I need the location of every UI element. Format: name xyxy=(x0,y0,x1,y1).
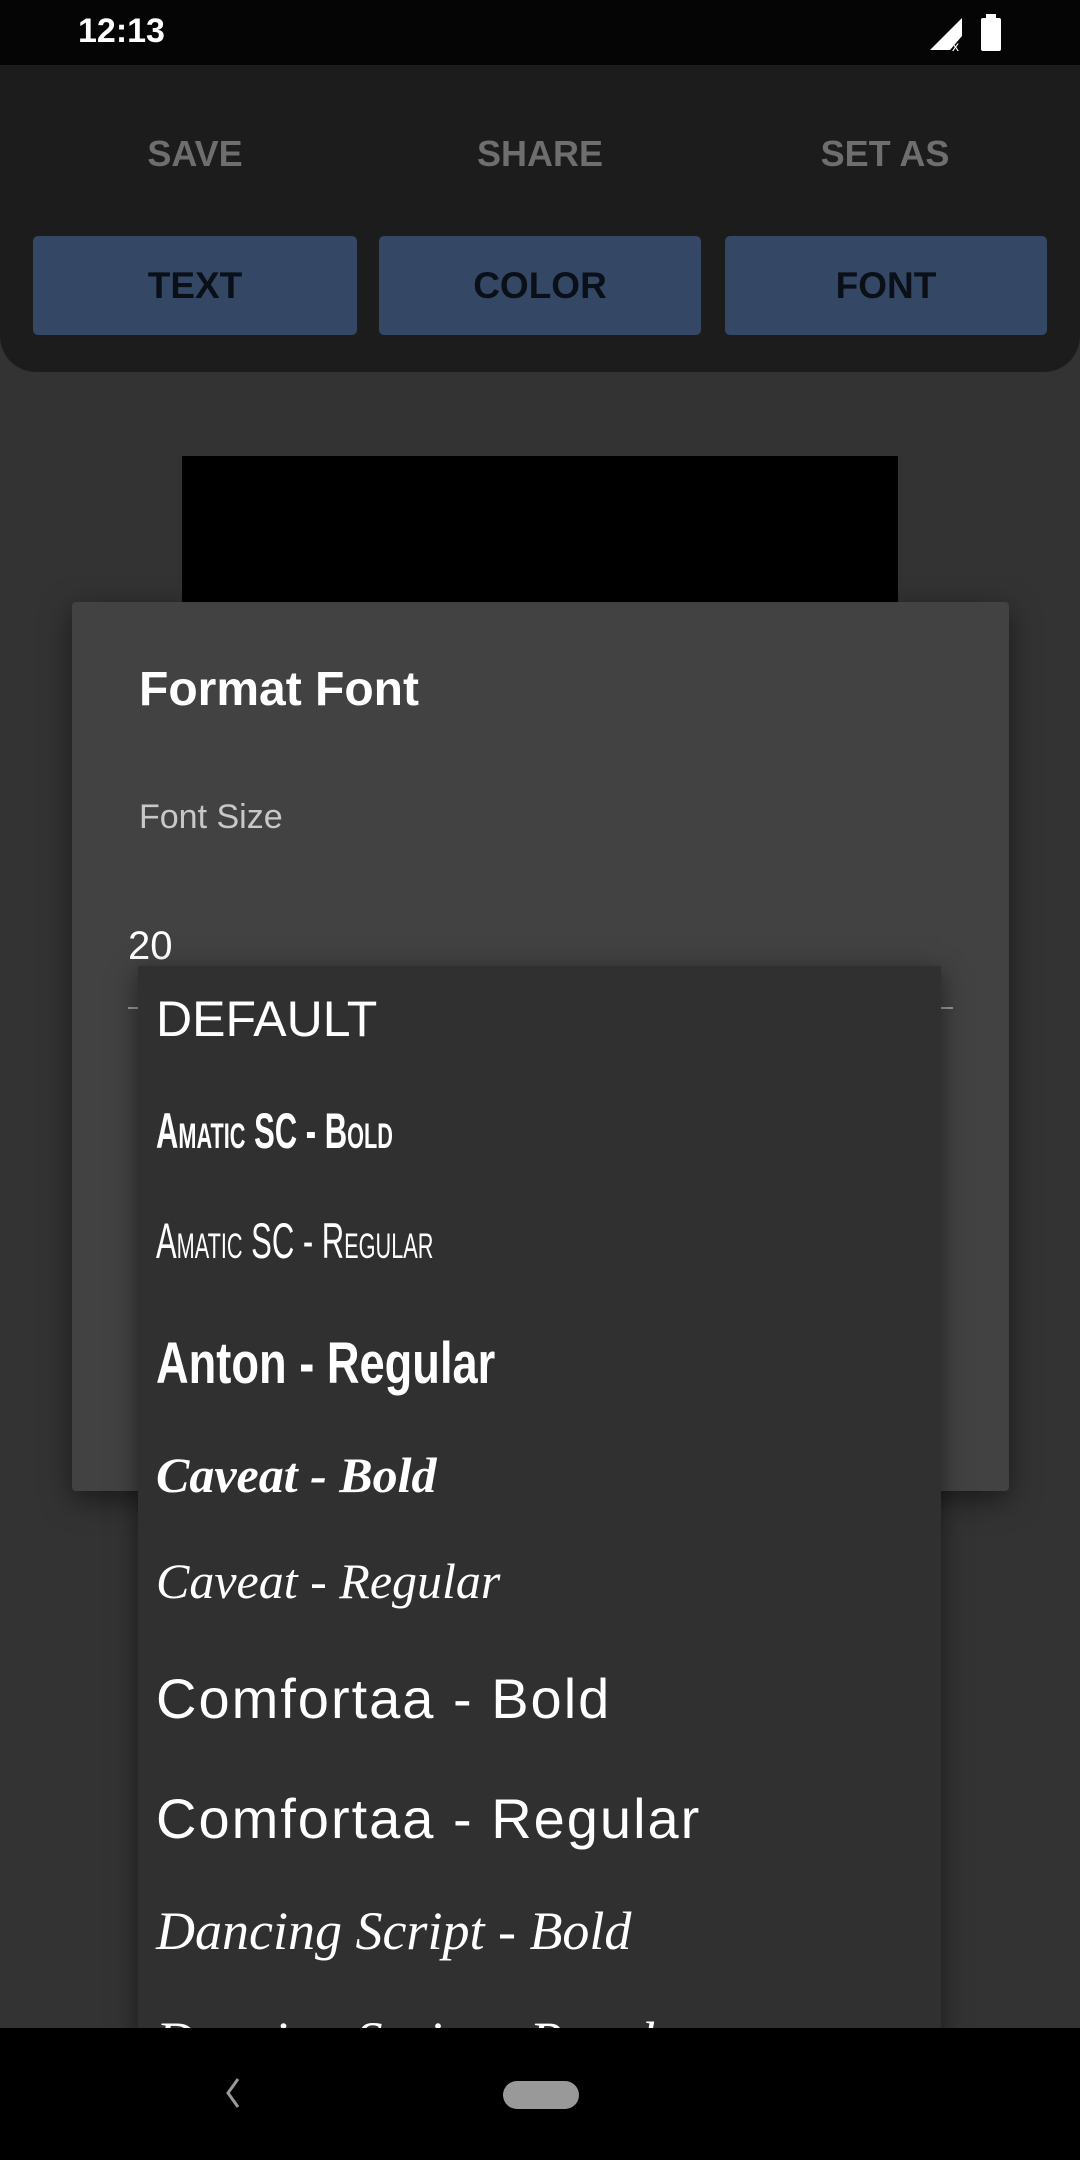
back-icon[interactable] xyxy=(222,2076,246,2110)
font-option-dancing-script-bold[interactable]: Dancing Script - Bold xyxy=(156,1900,631,1962)
battery-icon xyxy=(981,14,1001,51)
font-option-comfortaa-bold[interactable]: Comfortaa - Bold xyxy=(156,1666,611,1731)
share-button[interactable]: SHARE xyxy=(360,133,720,175)
font-size-label: Font Size xyxy=(139,798,283,836)
home-icon[interactable] xyxy=(503,2081,579,2109)
save-button[interactable]: SAVE xyxy=(15,133,375,175)
svg-text:x: x xyxy=(952,38,959,52)
font-option-amatic-regular[interactable]: Amatic SC - Regular xyxy=(156,1212,433,1270)
toolbar: SAVE SHARE SET AS TEXT COLOR FONT xyxy=(0,65,1080,372)
font-dropdown-list[interactable]: DEFAULT Amatic SC - Bold Amatic SC - Reg… xyxy=(138,966,941,2160)
status-bar: 12:13 x xyxy=(0,0,1080,65)
font-option-amatic-bold[interactable]: Amatic SC - Bold xyxy=(156,1102,393,1160)
tab-text[interactable]: TEXT xyxy=(33,236,357,335)
set-as-button[interactable]: SET AS xyxy=(705,133,1065,175)
font-option-comfortaa-regular[interactable]: Comfortaa - Regular xyxy=(156,1786,701,1851)
font-option-anton-regular[interactable]: Anton - Regular xyxy=(156,1330,495,1397)
signal-no-data-icon: x xyxy=(930,18,962,52)
wallpaper-preview xyxy=(182,456,898,602)
font-option-default[interactable]: DEFAULT xyxy=(156,990,377,1048)
tab-color[interactable]: COLOR xyxy=(379,236,701,335)
font-option-caveat-bold[interactable]: Caveat - Bold xyxy=(156,1446,437,1504)
tab-font[interactable]: FONT xyxy=(725,236,1047,335)
font-size-input[interactable]: 20 xyxy=(128,924,173,969)
navigation-bar xyxy=(0,2028,1080,2160)
clock: 12:13 xyxy=(78,12,165,50)
dialog-title: Format Font xyxy=(139,663,419,716)
font-option-caveat-regular[interactable]: Caveat - Regular xyxy=(156,1552,500,1610)
